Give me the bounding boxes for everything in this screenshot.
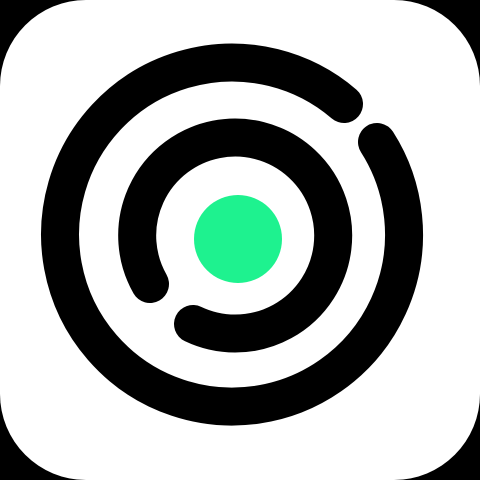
app-icon-tile[interactable]	[0, 0, 480, 480]
target-logo-icon	[0, 0, 480, 480]
center-dot	[194, 195, 282, 283]
app-icon-screen	[0, 0, 480, 480]
